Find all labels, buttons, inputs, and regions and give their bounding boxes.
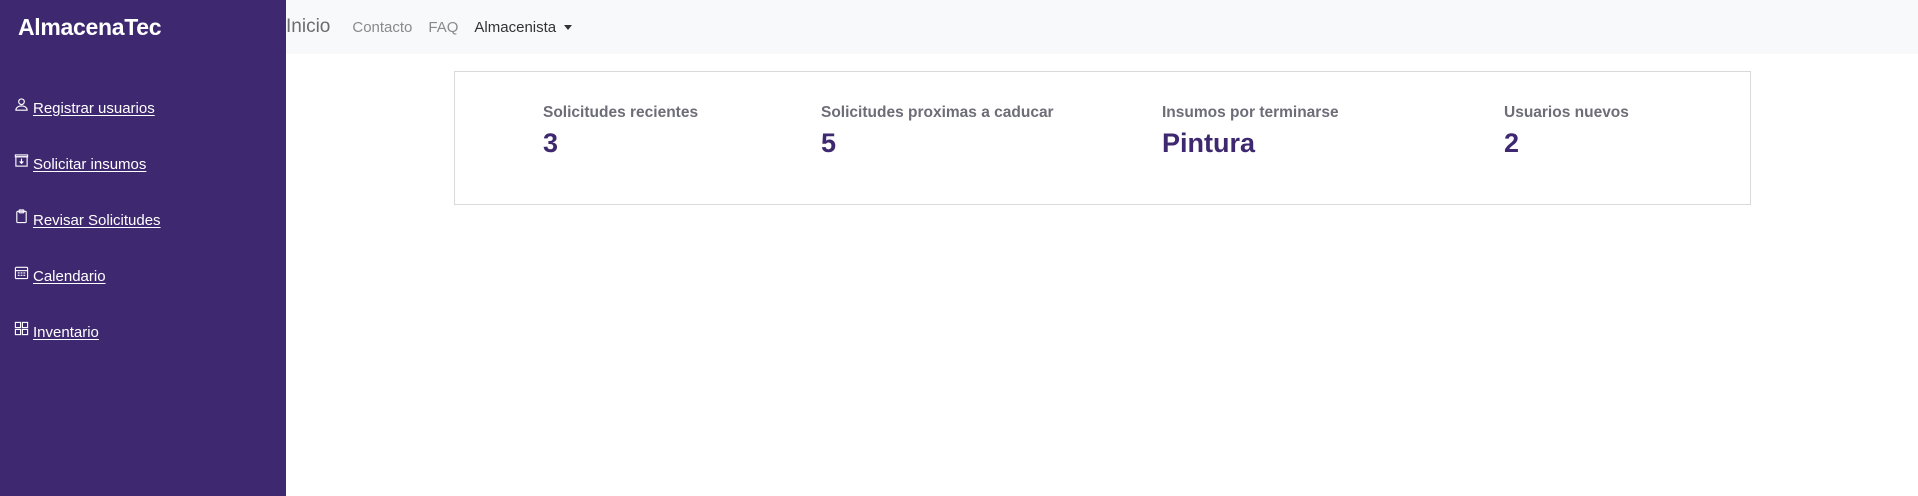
- clipboard-icon: [14, 208, 29, 224]
- sidebar: AlmacenaTec Registrar usuarios Solicitar…: [0, 0, 286, 496]
- box-arrow-down-icon: [14, 153, 29, 168]
- sidebar-item-label: Solicitar insumos: [33, 155, 147, 173]
- sidebar-item-label: Registrar usuarios: [33, 99, 155, 117]
- sidebar-item-label: Revisar Solicitudes: [33, 211, 161, 229]
- stat-label: Usuarios nuevos: [1504, 104, 1629, 121]
- sidebar-item-revisar-solicitudes[interactable]: Revisar Solicitudes: [14, 192, 161, 248]
- stat-label: Solicitudes recientes: [543, 104, 699, 121]
- nav-home-link[interactable]: Inicio: [286, 16, 330, 38]
- sidebar-item-inventario[interactable]: Inventario: [14, 304, 161, 360]
- stat-label: Insumos por terminarse: [1162, 104, 1339, 121]
- sidebar-item-calendario[interactable]: Calendario: [14, 248, 161, 304]
- stat-label: Solicitudes proximas a caducar: [821, 104, 1054, 121]
- stat-value: 3: [543, 128, 559, 158]
- role-dropdown-label: Almacenista: [474, 18, 557, 36]
- sidebar-nav: Registrar usuarios Solicitar insumos Rev…: [14, 80, 161, 360]
- stat-value: 2: [1504, 128, 1520, 158]
- sidebar-item-solicitar-insumos[interactable]: Solicitar insumos: [14, 136, 161, 192]
- role-dropdown[interactable]: Almacenista: [474, 18, 573, 36]
- app: AlmacenaTec Registrar usuarios Solicitar…: [0, 0, 1918, 496]
- calendar-icon: [14, 265, 29, 280]
- person-icon: [14, 97, 29, 112]
- top-navbar: Inicio Contacto FAQ Almacenista: [286, 0, 1918, 54]
- stat-insumos-por-terminarse: Insumos por terminarse Pintura: [1162, 104, 1339, 159]
- stat-value: 5: [821, 128, 837, 158]
- stat-solicitudes-recientes: Solicitudes recientes 3: [543, 104, 698, 159]
- stat-usuarios-nuevos: Usuarios nuevos 2: [1504, 104, 1629, 159]
- sidebar-item-registrar-usuarios[interactable]: Registrar usuarios: [14, 80, 161, 136]
- stats-card: Solicitudes recientes 3 Solicitudes prox…: [454, 71, 1751, 205]
- stat-solicitudes-proximas: Solicitudes proximas a caducar 5: [821, 104, 1054, 159]
- nav-contact-link[interactable]: Contacto: [352, 19, 412, 36]
- stat-value: Pintura: [1162, 128, 1256, 158]
- brand-logo[interactable]: AlmacenaTec: [18, 14, 162, 41]
- sidebar-item-label: Inventario: [33, 323, 99, 341]
- caret-down-icon: [564, 25, 573, 30]
- nav-faq-link[interactable]: FAQ: [428, 19, 458, 36]
- sidebar-item-label: Calendario: [33, 267, 106, 285]
- grid-icon: [14, 321, 29, 336]
